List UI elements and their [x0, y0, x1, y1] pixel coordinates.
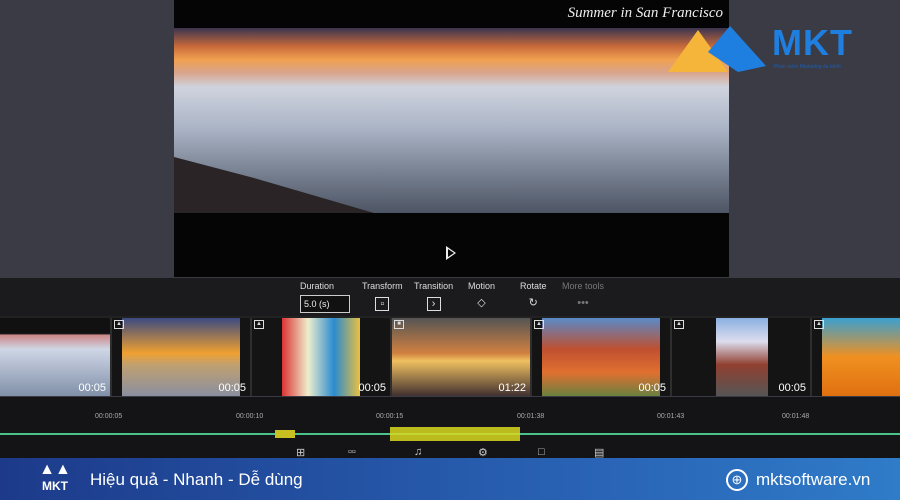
- clip-duration: 00:05: [358, 382, 386, 394]
- mkt-logo-icon: [668, 26, 766, 72]
- image-icon: ▲: [814, 320, 824, 329]
- more-tools-label: More tools: [562, 281, 605, 291]
- clip-4[interactable]: ■ 01:22: [392, 318, 532, 396]
- mkt-watermark-logo: MKT Phần mềm Marketing đa kênh: [668, 22, 878, 74]
- footer-logo: ▲▲ MKT: [39, 461, 71, 493]
- time-tick: 00:01:43: [657, 413, 685, 420]
- motion-label: Motion: [468, 281, 496, 291]
- image-icon: ▲: [674, 320, 684, 329]
- time-tick: 00:00:10: [236, 413, 264, 420]
- duration-input[interactable]: 5.0 (s): [300, 295, 350, 313]
- duration-tool: Duration 5.0 (s): [300, 281, 350, 313]
- audio-waveform: [0, 427, 900, 441]
- transform-label: Transform: [362, 281, 403, 291]
- storyboard-icon[interactable]: ▫▫: [348, 446, 356, 458]
- rotate-button[interactable]: Rotate ↻: [520, 281, 547, 311]
- transition-icon: ›: [426, 297, 441, 311]
- time-tick: 00:01:38: [517, 413, 545, 420]
- timeline[interactable]: 00:00:05 00:00:10 00:00:15 00:01:38 00:0…: [0, 397, 900, 459]
- play-button[interactable]: [446, 246, 456, 260]
- footer-logo-text: MKT: [42, 479, 68, 493]
- clip-2[interactable]: ▲ 00:05: [112, 318, 252, 396]
- video-frame: [174, 28, 729, 213]
- clip-1[interactable]: 00:05: [0, 318, 112, 396]
- footer-banner: ▲▲ MKT Hiệu quả - Nhanh - Dễ dùng ⊕ mktso…: [0, 458, 900, 500]
- video-preview: Summer in San Francisco: [174, 0, 729, 277]
- footer-slogan: Hiệu quả - Nhanh - Dễ dùng: [90, 470, 303, 489]
- frame-icon[interactable]: □: [538, 446, 545, 458]
- clip-strip: 00:05 ▲ 00:05 ▲ 00:05 ■ 01:22 ▲ 00:05 ▲ 00:05…: [0, 316, 900, 396]
- motion-icon: ◇: [477, 297, 486, 309]
- clip-duration: 00:05: [78, 382, 106, 394]
- time-tick: 00:00:15: [376, 413, 404, 420]
- image-icon: ▲: [254, 320, 264, 329]
- motion-button[interactable]: Motion ◇: [468, 281, 495, 311]
- edit-toolbar: Duration 5.0 (s) Transform ▫ Transition › …: [0, 278, 900, 316]
- clip-duration: 00:05: [218, 382, 246, 394]
- image-icon: ▲: [114, 320, 124, 329]
- clip-5[interactable]: ▲ 00:05: [532, 318, 672, 396]
- clip-7[interactable]: ▲: [812, 318, 900, 396]
- watermark-brand: MKT: [772, 22, 853, 63]
- hill-silhouette: [174, 157, 374, 213]
- watermark-tagline: Phần mềm Marketing đa kênh: [774, 64, 841, 70]
- transform-icon: ▫: [375, 297, 390, 311]
- more-tools-button[interactable]: More tools •••: [562, 281, 604, 311]
- image-icon: ▲: [534, 320, 544, 329]
- more-icon: •••: [577, 297, 589, 309]
- clip-duration: 00:05: [778, 382, 806, 394]
- video-icon: ■: [394, 320, 404, 329]
- transform-button[interactable]: Transform ▫: [362, 281, 403, 311]
- transition-button[interactable]: Transition ›: [414, 281, 453, 311]
- clip-duration: 01:22: [498, 382, 526, 394]
- footer-website[interactable]: mktsoftware.vn: [756, 470, 870, 490]
- duration-label: Duration: [300, 281, 335, 291]
- rotate-icon: ↻: [528, 297, 538, 309]
- clip-duration: 00:05: [638, 382, 666, 394]
- clip-3[interactable]: ▲ 00:05: [252, 318, 392, 396]
- music-icon[interactable]: ♫: [414, 446, 422, 458]
- bottom-toolbar: ⊞ ▫▫ ♫ ⚙ □ ▤: [0, 446, 900, 459]
- transition-label: Transition: [414, 281, 454, 291]
- time-tick: 00:01:48: [782, 413, 810, 420]
- rotate-label: Rotate: [520, 281, 547, 291]
- clip-6[interactable]: ▲ 00:05: [672, 318, 812, 396]
- video-title: Summer in San Francisco: [567, 5, 723, 21]
- globe-icon: ⊕: [726, 469, 748, 491]
- time-tick: 00:00:05: [95, 413, 123, 420]
